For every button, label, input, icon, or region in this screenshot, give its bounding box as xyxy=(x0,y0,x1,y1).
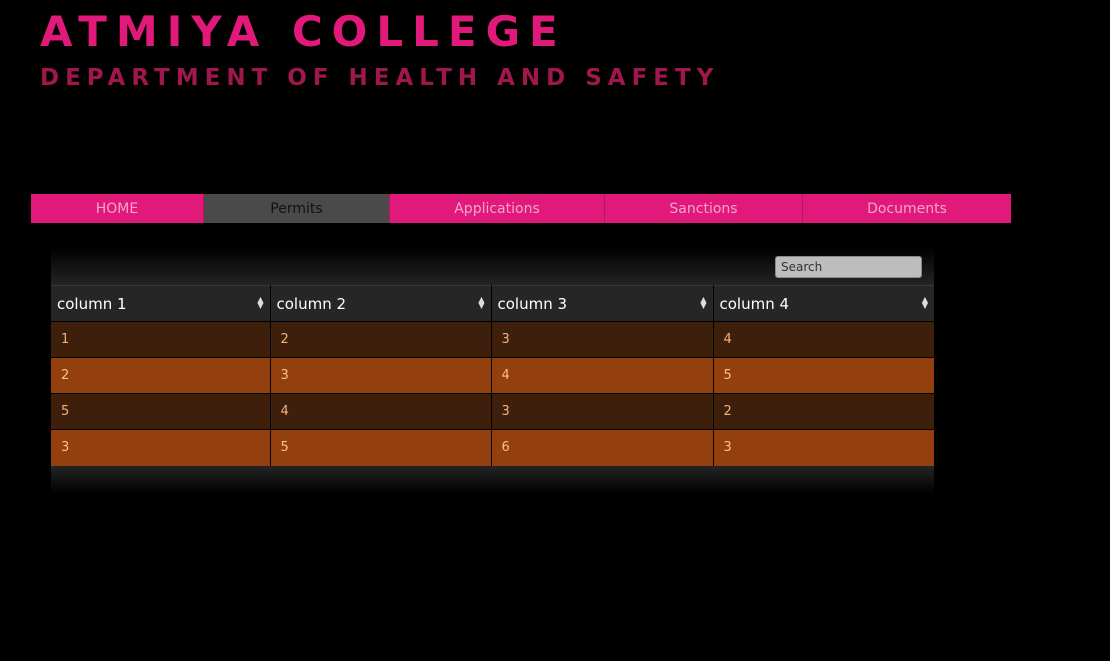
table-cell: 4 xyxy=(491,357,714,394)
table-cell: 5 xyxy=(713,357,934,394)
table-row: 5 4 3 2 xyxy=(51,393,934,430)
nav-item-permits[interactable]: Permits xyxy=(204,194,390,223)
nav-item-documents[interactable]: Documents xyxy=(803,194,1011,223)
data-table: column 1 ▲ ▼ column 2 ▲ ▼ column 3 ▲ ▼ colu… xyxy=(51,285,934,466)
table-cell: 3 xyxy=(491,393,714,430)
table-cell: 3 xyxy=(51,429,271,466)
department-title: DEPARTMENT OF HEALTH AND SAFETY xyxy=(40,65,720,91)
table-cell: 5 xyxy=(270,429,492,466)
table-row: 3 5 6 3 xyxy=(51,429,934,466)
column-header-label: column 3 xyxy=(497,294,568,313)
sort-icon[interactable]: ▲ ▼ xyxy=(700,296,706,310)
nav-item-applications[interactable]: Applications xyxy=(390,194,605,223)
column-header-1[interactable]: column 1 ▲ ▼ xyxy=(51,285,271,322)
table-cell: 4 xyxy=(270,393,492,430)
college-title: ATMIYA COLLEGE xyxy=(40,7,567,56)
nav-item-sanctions[interactable]: Sanctions xyxy=(605,194,803,223)
column-header-3[interactable]: column 3 ▲ ▼ xyxy=(491,285,714,322)
nav-item-home[interactable]: HOME xyxy=(31,194,204,223)
column-header-label: column 2 xyxy=(276,294,347,313)
table-cell: 3 xyxy=(713,429,934,466)
main-nav: HOME Permits Applications Sanctions Docu… xyxy=(31,194,1011,223)
table-cell: 1 xyxy=(51,321,271,358)
column-header-2[interactable]: column 2 ▲ ▼ xyxy=(270,285,492,322)
table-header-row: column 1 ▲ ▼ column 2 ▲ ▼ column 3 ▲ ▼ colu… xyxy=(51,285,934,322)
sort-icon[interactable]: ▲ ▼ xyxy=(922,296,928,310)
table-cell: 3 xyxy=(491,321,714,358)
table-cell: 3 xyxy=(270,357,492,394)
table-toolbar xyxy=(51,247,934,285)
sort-icon[interactable]: ▲ ▼ xyxy=(257,296,263,310)
table-cell: 2 xyxy=(270,321,492,358)
page: ATMIYA COLLEGE DEPARTMENT OF HEALTH AND … xyxy=(0,0,1110,661)
table-row: 2 3 4 5 xyxy=(51,357,934,394)
table-footer xyxy=(51,465,934,494)
column-header-label: column 1 xyxy=(57,294,127,313)
table-cell: 6 xyxy=(491,429,714,466)
search-input[interactable] xyxy=(775,256,922,278)
table-cell: 4 xyxy=(713,321,934,358)
column-header-4[interactable]: column 4 ▲ ▼ xyxy=(713,285,934,322)
table-row: 1 2 3 4 xyxy=(51,321,934,358)
table-cell: 2 xyxy=(51,357,271,394)
column-header-label: column 4 xyxy=(719,294,790,313)
data-table-container: column 1 ▲▼ column 2 ▲▼ column 3 ▲▼ colu… xyxy=(51,247,934,494)
sort-icon[interactable]: ▲ ▼ xyxy=(478,296,484,310)
table-cell: 5 xyxy=(51,393,271,430)
table-cell: 2 xyxy=(713,393,934,430)
